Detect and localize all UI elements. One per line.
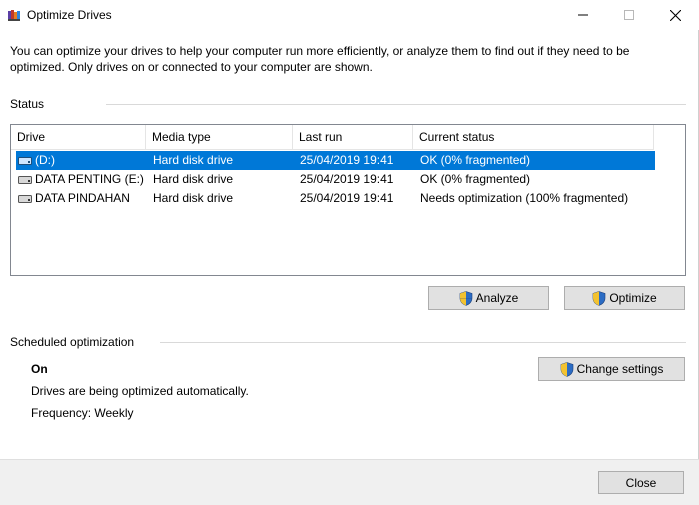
analyze-label: Analyze [475,291,519,305]
drive-current-status: Needs optimization (100% fragmented) [420,191,629,205]
analyze-button[interactable]: Analyze [428,286,549,310]
schedule-frequency: Frequency: Weekly [31,406,134,420]
status-section-label: Status [10,97,45,111]
scheduled-section-label: Scheduled optimization [10,335,135,349]
list-header: Drive Media type Last run Current status [11,125,654,150]
title-bar[interactable]: Optimize Drives [0,0,699,30]
column-header-media-type[interactable]: Media type [146,125,293,150]
close-label: Close [625,475,657,490]
scheduled-divider [160,342,686,343]
optimize-drives-window: Optimize Drives You can optimize your dr… [0,0,699,505]
window-title: Optimize Drives [27,8,112,22]
hard-drive-icon [18,176,32,184]
close-button[interactable]: Close [598,471,684,494]
drive-last-run: 25/04/2019 19:41 [300,172,394,186]
drive-name: DATA PENTING (E:) [35,172,144,186]
drive-media-type: Hard disk drive [153,153,234,167]
drive-row-pindahan[interactable]: DATA PINDAHAN Hard disk drive 25/04/2019… [16,189,655,208]
drive-media-type: Hard disk drive [153,172,234,186]
description-text: You can optimize your drives to help you… [10,44,630,74]
drive-current-status: OK (0% fragmented) [420,172,531,186]
hard-drive-icon [18,157,32,165]
window-close-button[interactable] [652,0,698,30]
drive-name: (D:) [35,153,55,167]
minimize-button[interactable] [560,0,606,30]
status-divider [106,104,686,105]
change-settings-label: Change settings [576,362,664,376]
column-header-current-status[interactable]: Current status [413,125,654,150]
uac-shield-icon [459,290,472,306]
maximize-icon [624,10,634,20]
change-settings-button[interactable]: Change settings [538,357,685,381]
hard-drive-icon [18,195,32,203]
drive-last-run: 25/04/2019 19:41 [300,153,394,167]
drive-media-type: Hard disk drive [153,191,234,205]
minimize-icon [578,14,588,16]
drive-row-e[interactable]: DATA PENTING (E:) Hard disk drive 25/04/… [16,170,655,189]
defrag-app-icon [8,10,20,21]
drive-last-run: 25/04/2019 19:41 [300,191,394,205]
uac-shield-icon [560,361,573,377]
drive-name: DATA PINDAHAN [35,191,130,205]
schedule-description: Drives are being optimized automatically… [31,384,249,398]
column-header-drive[interactable]: Drive [11,125,146,150]
schedule-state: On [31,362,48,376]
drive-list[interactable]: Drive Media type Last run Current status… [10,124,686,276]
optimize-label: Optimize [609,291,657,305]
close-icon [669,9,681,21]
drive-row-d[interactable]: (D:) Hard disk drive 25/04/2019 19:41 OK… [16,151,655,170]
optimize-button[interactable]: Optimize [564,286,685,310]
drive-current-status: OK (0% fragmented) [420,153,531,167]
uac-shield-icon [593,290,606,306]
column-header-last-run[interactable]: Last run [293,125,413,150]
footer-bar: Close [0,459,699,505]
maximize-button[interactable] [606,0,652,30]
